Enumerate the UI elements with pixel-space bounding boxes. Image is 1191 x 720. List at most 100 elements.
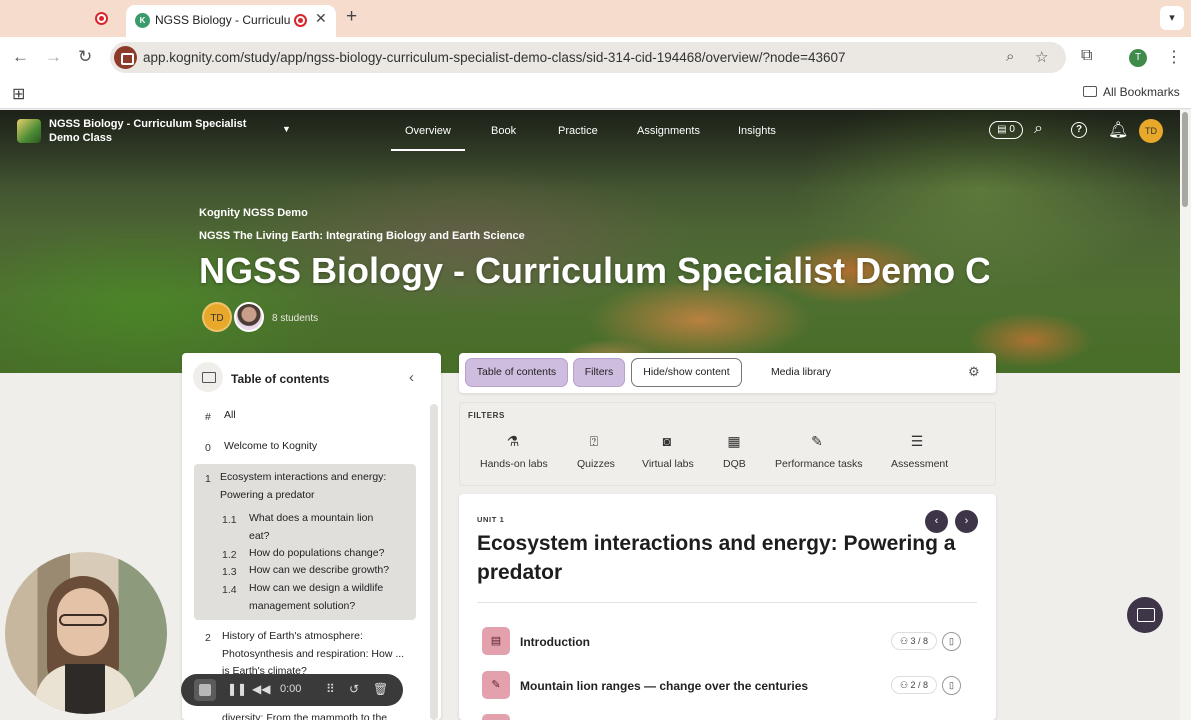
toc-item-number: 1.2 [222, 549, 237, 561]
help-icon[interactable]: ? [1071, 122, 1087, 138]
toc-item-chapter-3[interactable]: diversity: From the mammoth to the [222, 710, 407, 720]
tab-search-chevron-icon[interactable]: ▾ [1160, 6, 1184, 30]
chat-support-button[interactable] [1127, 597, 1163, 633]
settings-gear-icon[interactable]: ⚙ [968, 364, 980, 380]
recording-icon [95, 12, 108, 25]
address-bar[interactable]: app.kognity.com/study/app/ngss-biology-c… [110, 42, 1066, 73]
toc-item-number: 1.3 [222, 566, 237, 578]
toc-item-number: 1.4 [222, 584, 237, 596]
assessment-list-icon[interactable]: ☰ [909, 433, 925, 449]
next-unit-button[interactable]: › [955, 510, 978, 533]
hands-on-labs-icon[interactable]: ⚗ [505, 433, 521, 449]
page-title: NGSS Biology - Curriculum Specialist Dem… [199, 250, 989, 291]
new-tab-button[interactable]: + [346, 6, 357, 28]
filter-virtual-labs[interactable]: Virtual labs [642, 458, 694, 470]
toc-item-1-2[interactable]: How do populations change? [249, 545, 409, 563]
toc-item-chapter-2[interactable]: History of Earth's atmosphere: Photosynt… [222, 628, 407, 681]
close-tab-icon[interactable]: ✕ [315, 10, 327, 27]
reading-page-icon: ▤ [482, 627, 510, 655]
toc-item-number: # [205, 411, 211, 423]
subtopic-mountain-lion-ranges[interactable]: Mountain lion ranges — change over the c… [520, 679, 808, 693]
recording-icon [294, 14, 307, 27]
notification-bell-icon[interactable]: 🔔︎ [1108, 120, 1128, 140]
media-library-button[interactable]: Media library [760, 358, 842, 387]
active-tab[interactable]: K NGSS Biology - Curriculum Specialist D… [126, 5, 336, 37]
stop-recording-button[interactable] [194, 679, 216, 701]
url-text[interactable]: app.kognity.com/study/app/ngss-biology-c… [143, 50, 846, 65]
search-icon[interactable]: ⌕ [1034, 120, 1043, 138]
pause-icon[interactable]: ❚❚ [227, 682, 247, 696]
clipboard-icon[interactable]: ▯ [942, 676, 961, 695]
back-arrow-icon[interactable]: ← [12, 47, 29, 67]
toc-item-chapter-1[interactable]: Ecosystem interactions and energy: Power… [220, 469, 400, 504]
webcam-person-shirt [65, 664, 105, 714]
student-avatar[interactable] [234, 302, 264, 332]
filter-dqb[interactable]: DQB [723, 458, 746, 470]
page-scroll-thumb[interactable] [1182, 112, 1188, 207]
webcam-person-glasses [59, 614, 107, 626]
forward-arrow-icon[interactable]: → [45, 47, 62, 67]
rewind-icon[interactable]: ◀◀ [252, 682, 270, 696]
student-progress-badge[interactable]: ⚇ 3 / 8 [891, 632, 937, 650]
nav-insights[interactable]: Insights [738, 125, 776, 137]
clipboard-icon[interactable]: ▯ [942, 632, 961, 651]
site-info-icon[interactable] [114, 46, 137, 69]
student-progress-badge[interactable]: ⚇ 2 / 8 [891, 676, 937, 694]
filters-heading: FILTERS [468, 411, 505, 420]
toc-item-number: 1.1 [222, 514, 237, 526]
dqb-board-icon[interactable]: ▦ [726, 433, 742, 449]
reload-icon[interactable]: ↻ [78, 47, 92, 67]
filter-quizzes[interactable]: Quizzes [577, 458, 615, 470]
table-of-contents-toggle[interactable]: Table of contents [465, 358, 568, 387]
toc-item-all[interactable]: All [224, 407, 236, 425]
drag-grip-icon[interactable]: ⠿ [326, 682, 335, 696]
next-row-icon [482, 714, 510, 720]
toc-item-number: 1 [205, 473, 211, 485]
toc-item-1-3[interactable]: How can we describe growth? [249, 562, 409, 580]
pencil-activity-icon: ✎ [482, 671, 510, 699]
unit-label: UNIT 1 [477, 515, 505, 524]
teacher-avatar[interactable]: TD [202, 302, 232, 332]
class-dropdown-chevron-icon[interactable]: ▼ [282, 124, 291, 134]
students-count[interactable]: 8 students [272, 313, 318, 324]
subtopic-introduction[interactable]: Introduction [520, 635, 590, 649]
quiz-icon[interactable]: ⍰ [586, 433, 602, 449]
filters-toggle[interactable]: Filters [573, 358, 625, 387]
toc-book-icon [193, 362, 223, 392]
collapse-chevron-icon[interactable]: ‹ [409, 369, 414, 386]
toc-item-1-1[interactable]: What does a mountain lion eat? [249, 510, 389, 545]
performance-tasks-icon[interactable]: ✎ [809, 433, 825, 449]
filter-assessment[interactable]: Assessment [891, 458, 948, 470]
nav-book[interactable]: Book [491, 125, 516, 137]
class-name[interactable]: NGSS Biology - Curriculum Specialist Dem… [49, 117, 274, 145]
recording-timer: 0:00 [280, 683, 302, 695]
zoom-icon[interactable]: ⌕ [1006, 48, 1014, 65]
nav-overview[interactable]: Overview [391, 125, 465, 151]
filter-performance-tasks[interactable]: Performance tasks [775, 458, 863, 470]
toc-item-1-4[interactable]: How can we design a wildlife management … [249, 580, 399, 615]
kognity-favicon-icon: K [135, 13, 150, 28]
trash-icon[interactable]: 🗑︎ [373, 682, 388, 696]
restart-icon[interactable]: ↺ [349, 682, 359, 696]
filter-hands-on-labs[interactable]: Hands-on labs [480, 458, 548, 470]
previous-unit-button[interactable]: ‹ [925, 510, 948, 533]
class-logo [17, 119, 41, 143]
toc-item-welcome[interactable]: Welcome to Kognity [224, 438, 317, 456]
class-hero-banner: NGSS Biology - Curriculum Specialist Dem… [0, 110, 1191, 373]
divider [477, 602, 977, 603]
inactive-tab[interactable] [60, 7, 120, 31]
browser-menu-icon[interactable]: ⋮ [1166, 47, 1182, 67]
toc-scrollbar[interactable] [430, 404, 438, 720]
extensions-puzzle-icon[interactable]: ⧉ [1081, 47, 1092, 65]
bookmark-star-icon[interactable]: ☆ [1035, 48, 1048, 66]
notes-counter[interactable]: ▤ 0 [989, 121, 1023, 139]
all-bookmarks-button[interactable]: All Bookmarks [1083, 85, 1180, 99]
vr-headset-icon[interactable]: ◙ [659, 433, 675, 449]
hide-show-content-button[interactable]: Hide/show content [631, 358, 742, 387]
apps-grid-icon[interactable]: ⊞ [12, 84, 25, 104]
nav-assignments[interactable]: Assignments [637, 125, 700, 137]
nav-practice[interactable]: Practice [558, 125, 598, 137]
profile-avatar[interactable]: T [1129, 49, 1147, 67]
user-avatar[interactable]: TD [1139, 119, 1163, 143]
school-name: Kognity NGSS Demo [199, 207, 308, 219]
